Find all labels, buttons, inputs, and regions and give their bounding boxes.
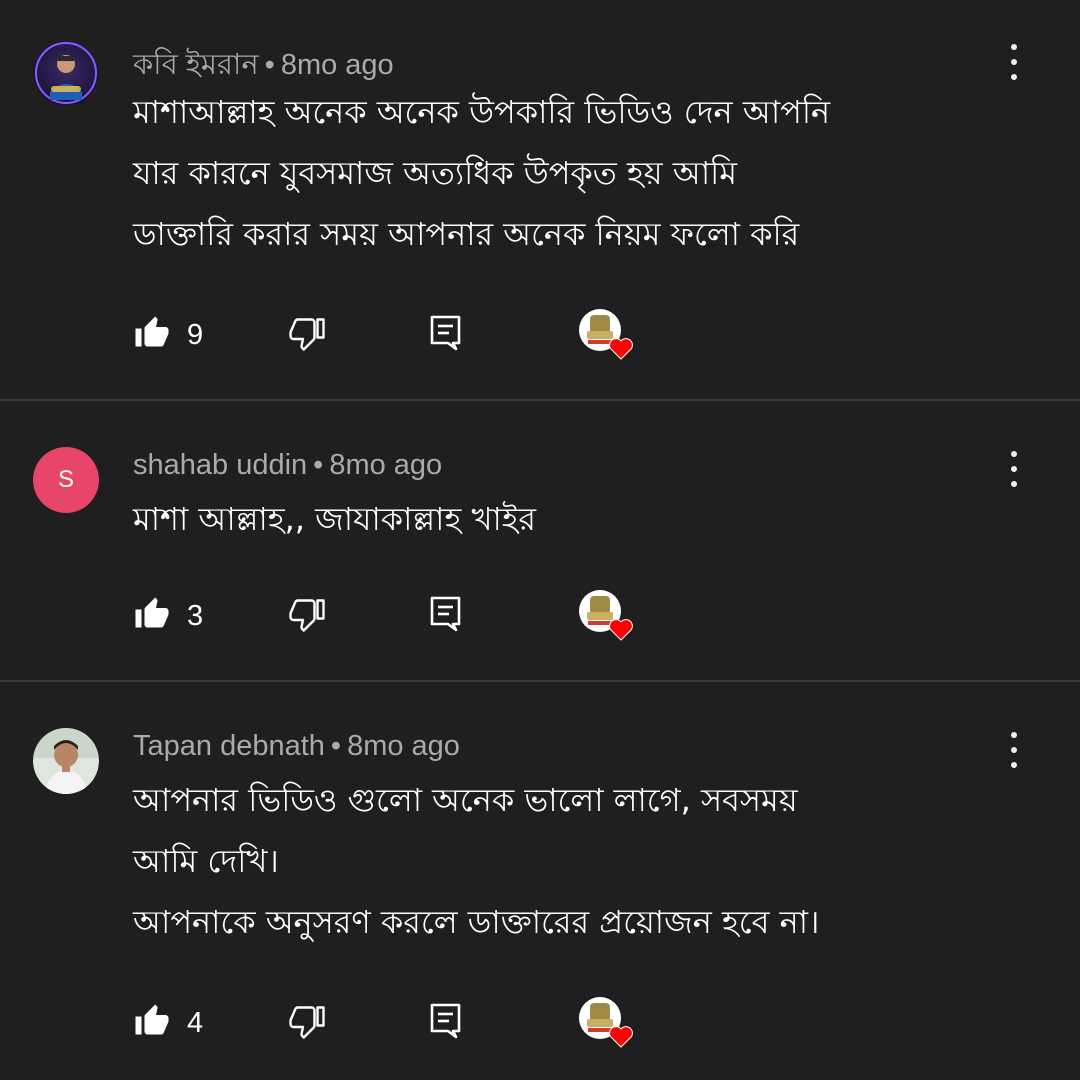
like-count: 3 xyxy=(187,599,204,632)
comment-line: মাশা আল্লাহ,, জাযাকাল্লাহ খাইর xyxy=(133,500,536,538)
comment-text: মাশাআল্লাহ অনেক অনেক উপকারি ভিডিও দেন আপ… xyxy=(133,82,1013,265)
comment-text: আপনার ভিডিও গুলো অনেক ভালো লাগে, সবসময় … xyxy=(133,770,1013,953)
reply-comment-icon xyxy=(429,314,463,356)
comment-meta: shahab uddin • 8mo ago xyxy=(133,449,442,482)
author-name[interactable]: shahab uddin xyxy=(133,449,307,481)
comment-line: যার কারনে যুবসমাজ অত্যধিক উপকৃত হয় আমি xyxy=(133,154,738,192)
thumbs-down-outline-icon xyxy=(288,596,326,636)
comment-time: 8mo ago xyxy=(280,49,394,81)
avatar-letter: S xyxy=(57,466,74,493)
like-button[interactable]: 4 xyxy=(133,998,203,1048)
avatar[interactable] xyxy=(33,728,99,794)
reply-button[interactable] xyxy=(429,998,463,1048)
dislike-button[interactable] xyxy=(288,310,326,360)
creator-heart-icon xyxy=(579,997,633,1048)
comment-actions: 9 xyxy=(133,309,653,360)
comment-line: আপনাকে অনুসরণ করলে ডাক্তারের প্রয়োজন হব… xyxy=(133,903,820,941)
comment-line: ডাক্তারি করার সময় আপনার অনেক নিয়ম ফলো … xyxy=(133,215,800,253)
comment-text: মাশা আল্লাহ,, জাযাকাল্লাহ খাইর xyxy=(133,489,1013,550)
thumbs-down-outline-icon xyxy=(288,1003,326,1043)
like-button[interactable]: 3 xyxy=(133,591,203,641)
meta-separator: • xyxy=(264,49,275,81)
comment-meta: Tapan debnath • 8mo ago xyxy=(133,730,460,763)
comment-actions: 3 xyxy=(133,590,653,641)
meta-separator: • xyxy=(330,730,342,762)
creator-heart-icon xyxy=(579,309,633,360)
creator-heart[interactable] xyxy=(577,997,637,1048)
comment-line: আমি দেখি। xyxy=(133,842,279,880)
dislike-button[interactable] xyxy=(288,591,326,641)
comment-time: 8mo ago xyxy=(329,449,443,481)
avatar[interactable] xyxy=(33,40,99,106)
thumbs-up-filled-icon xyxy=(133,315,171,355)
meta-separator: • xyxy=(313,449,324,481)
more-vert-icon[interactable] xyxy=(998,42,1030,82)
more-vert-icon[interactable] xyxy=(998,730,1030,770)
comment-divider xyxy=(0,680,1080,682)
creator-heart[interactable] xyxy=(577,590,637,641)
author-name[interactable]: Tapan debnath xyxy=(133,730,325,762)
creator-heart-icon xyxy=(579,590,633,641)
like-count: 9 xyxy=(187,318,204,351)
comment-line: মাশাআল্লাহ অনেক অনেক উপকারি ভিডিও দেন আপ… xyxy=(133,93,831,131)
reply-button[interactable] xyxy=(429,591,463,641)
thumbs-up-filled-icon xyxy=(133,1003,171,1043)
thumbs-up-filled-icon xyxy=(133,596,171,636)
comment-actions: 4 xyxy=(133,997,653,1048)
comment-divider xyxy=(0,399,1080,401)
thumbs-down-outline-icon xyxy=(288,315,326,355)
comment-time: 8mo ago xyxy=(347,730,460,762)
reply-comment-icon xyxy=(429,1002,463,1044)
like-count: 4 xyxy=(187,1006,204,1039)
dislike-button[interactable] xyxy=(288,998,326,1048)
creator-heart[interactable] xyxy=(577,309,637,360)
more-vert-icon[interactable] xyxy=(998,449,1030,489)
like-button[interactable]: 9 xyxy=(133,310,203,360)
reply-button[interactable] xyxy=(429,310,463,360)
avatar[interactable]: S xyxy=(33,447,99,513)
comment-line: আপনার ভিডিও গুলো অনেক ভালো লাগে, সবসময় xyxy=(133,781,798,819)
reply-comment-icon xyxy=(429,595,463,637)
author-name[interactable]: কবি ইমরান xyxy=(133,49,259,81)
